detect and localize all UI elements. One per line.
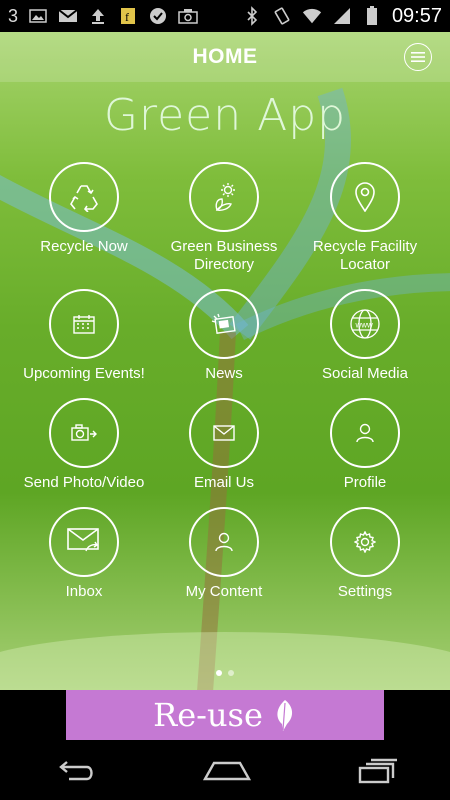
page-dot[interactable] (228, 670, 234, 676)
tile-circle[interactable] (330, 398, 400, 468)
tile-upcoming-events[interactable]: Upcoming Events! (9, 289, 159, 383)
recent-apps-icon (359, 758, 398, 783)
tile-email-us[interactable]: Email Us (149, 398, 299, 492)
check-icon (148, 7, 168, 25)
bluetooth-icon (242, 6, 262, 26)
home-button[interactable] (202, 759, 252, 788)
tile-label: Settings (337, 583, 393, 600)
wifi-icon (302, 7, 322, 25)
bottom-area: Re-use (0, 690, 450, 800)
tile-label: Recycle Now (40, 238, 128, 255)
menu-button[interactable] (404, 43, 432, 71)
camera-icon (178, 7, 198, 25)
page-dot-active[interactable] (216, 670, 222, 676)
hamburger-icon (411, 52, 425, 62)
svg-text:www: www (355, 321, 374, 330)
tile-recycle-facility-locator[interactable]: Recycle Facility Locator (290, 162, 440, 274)
battery-icon (362, 6, 382, 25)
tile-label: News (205, 365, 243, 382)
app-title: Green App (103, 90, 347, 141)
tile-label: Recycle Facility Locator (312, 238, 418, 273)
page-title: HOME (192, 45, 258, 68)
home-icon (202, 761, 252, 780)
upload-icon (88, 7, 108, 25)
ad-banner[interactable]: Re-use (66, 690, 384, 740)
gmail-icon (58, 7, 78, 25)
banner-text: Re-use (153, 696, 263, 734)
tile-settings[interactable]: Settings (290, 507, 440, 601)
tile-circle[interactable] (49, 507, 119, 577)
tile-label: Inbox (65, 583, 103, 600)
tile-circle[interactable] (189, 162, 259, 232)
globe-icon: www (350, 309, 380, 339)
tile-label: Upcoming Events! (23, 365, 145, 382)
tile-label: Profile (343, 474, 387, 491)
tile-inbox[interactable]: Inbox (9, 507, 159, 601)
image-icon (28, 7, 48, 25)
vibrate-icon (272, 7, 292, 25)
svg-text:f: f (125, 10, 129, 24)
status-bar: 3 f 09:57 (0, 0, 450, 32)
tile-circle[interactable] (189, 289, 259, 359)
app-notification-icon: f (118, 7, 138, 25)
tile-circle[interactable] (330, 162, 400, 232)
tile-recycle-now[interactable]: Recycle Now (9, 162, 159, 256)
page-indicator (0, 670, 450, 676)
tile-label: My Content (185, 583, 263, 600)
location-pin-icon (355, 182, 375, 212)
app-screen: HOME Green App Recycle Now Green Busines… (0, 32, 450, 690)
leaf-sun-icon (215, 183, 235, 211)
newspaper-icon (211, 313, 236, 334)
recent-apps-button[interactable] (357, 758, 398, 789)
tile-label: Email Us (193, 474, 254, 491)
tile-circle[interactable] (49, 398, 119, 468)
tile-profile[interactable]: Profile (290, 398, 440, 492)
tile-send-photo-video[interactable]: Send Photo/Video (9, 398, 159, 492)
leaf-icon (277, 700, 292, 731)
calendar-icon (73, 315, 95, 334)
back-button[interactable] (53, 759, 97, 788)
tile-label: Social Media (322, 365, 408, 382)
tile-my-content[interactable]: My Content (149, 507, 299, 601)
tile-label: Green Business Directory (170, 238, 278, 273)
clock-time: 09:57 (391, 4, 442, 27)
tile-circle[interactable]: www (330, 289, 400, 359)
tile-social-media[interactable]: www Social Media (290, 289, 440, 383)
tile-label: Send Photo/Video (23, 474, 145, 491)
tile-green-business-directory[interactable]: Green Business Directory (149, 162, 299, 274)
person-icon (356, 423, 374, 443)
tile-circle[interactable] (189, 507, 259, 577)
tile-circle[interactable] (49, 162, 119, 232)
signal-label: 3 (8, 5, 19, 26)
top-bar: HOME (0, 32, 450, 82)
recycle-icon (70, 185, 98, 212)
inbox-envelope-icon (67, 528, 99, 552)
signal-icon (332, 7, 352, 25)
tile-circle[interactable] (49, 289, 119, 359)
envelope-icon (213, 425, 235, 441)
tile-news[interactable]: News (149, 289, 299, 383)
tile-circle[interactable] (330, 507, 400, 577)
system-nav-bar (0, 748, 450, 798)
camera-send-icon (71, 424, 97, 441)
gear-icon (354, 531, 376, 553)
tile-circle[interactable] (189, 398, 259, 468)
person-icon (215, 532, 233, 552)
back-icon (58, 760, 93, 780)
